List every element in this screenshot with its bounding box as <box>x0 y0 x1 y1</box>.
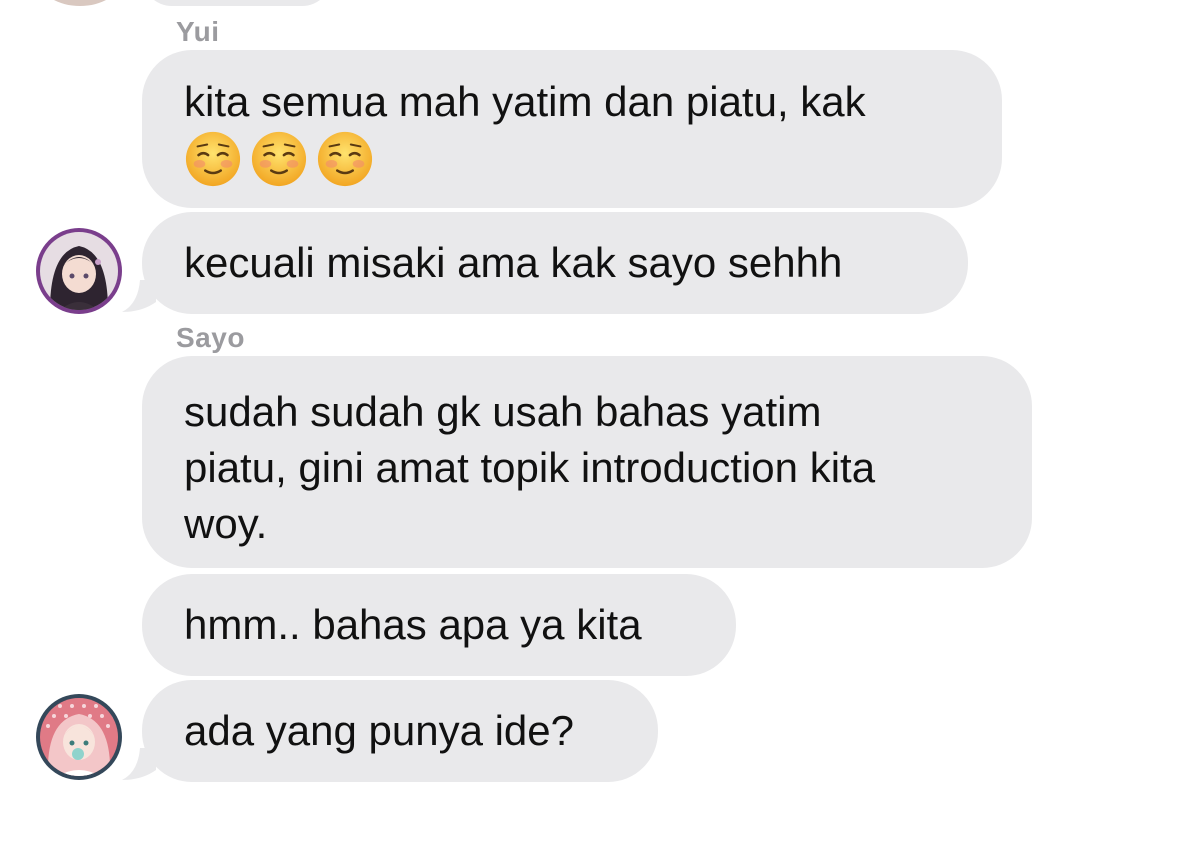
previous-message-bubble <box>142 0 332 6</box>
relieved-smiling-face-icon <box>317 131 373 187</box>
message-text-line: woy. <box>184 500 268 547</box>
relieved-smiling-face-icon <box>185 131 241 187</box>
message-bubble[interactable]: ada yang punya ide? <box>142 680 658 782</box>
sayo-avatar-icon <box>40 698 118 776</box>
avatar[interactable] <box>36 228 122 314</box>
relieved-smiling-face-icon <box>251 131 307 187</box>
message-text: kecuali misaki ama kak sayo sehhh <box>184 239 843 286</box>
message-text: ada yang punya ide? <box>184 707 574 754</box>
message-bubble[interactable]: sudah sudah gk usah bahas yatim piatu, g… <box>142 356 1032 568</box>
message-bubble[interactable]: kita semua mah yatim dan piatu, kak <box>142 50 1002 208</box>
yui-avatar-icon <box>40 232 118 310</box>
message-text-line: sudah sudah gk usah bahas yatim <box>184 388 822 435</box>
message-bubble[interactable]: kecuali misaki ama kak sayo sehhh <box>142 212 968 314</box>
sender-name-yui: Yui <box>176 16 220 47</box>
message-text-line: piatu, gini amat topik introduction kita <box>184 444 876 491</box>
message-text: kita semua mah yatim dan piatu, kak <box>184 78 866 125</box>
emoji-row <box>184 130 960 188</box>
message-bubble[interactable]: hmm.. bahas apa ya kita <box>142 574 736 676</box>
sender-name-sayo: Sayo <box>176 322 245 353</box>
bubble-tail <box>122 748 156 780</box>
previous-avatar <box>40 0 120 6</box>
message-text: hmm.. bahas apa ya kita <box>184 601 642 648</box>
avatar[interactable] <box>36 694 122 780</box>
bubble-tail <box>122 280 156 312</box>
